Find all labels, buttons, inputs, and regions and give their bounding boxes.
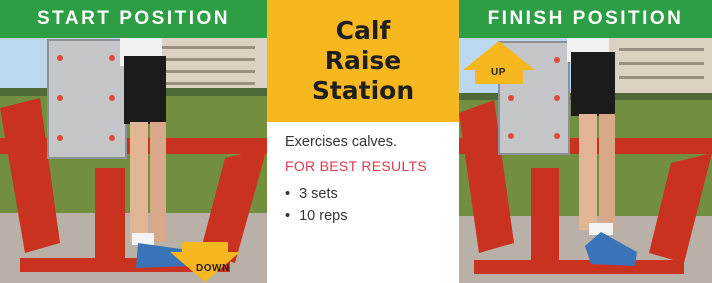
station-title-line-3: Station	[311, 76, 415, 105]
best-results-heading: FOR BEST RESULTS	[285, 158, 427, 174]
instruction-sets: 3 sets	[285, 183, 347, 205]
station-description: Exercises calves.	[285, 134, 398, 150]
station-info-panel: Calf Raise Station Exercises calves. FOR…	[267, 0, 459, 283]
station-title-line-1: Calf	[335, 16, 391, 45]
finish-position-panel: FINISH POSITION UP	[459, 0, 712, 283]
finish-position-header: FINISH POSITION	[459, 0, 712, 38]
station-title-line-2: Raise	[324, 46, 402, 75]
up-arrow-label: UP	[491, 67, 506, 78]
start-position-panel: START POSITION DOWN	[0, 0, 267, 283]
calf-raise-sign: START POSITION DOWN Calf Raise Station E…	[0, 0, 712, 283]
station-title-box: Calf Raise Station	[267, 0, 459, 122]
instructions-list: 3 sets 10 reps	[285, 183, 347, 227]
instruction-reps: 10 reps	[285, 205, 347, 227]
start-position-header: START POSITION	[0, 0, 267, 38]
down-arrow-label: DOWN	[196, 263, 230, 274]
start-position-photo	[0, 38, 267, 283]
